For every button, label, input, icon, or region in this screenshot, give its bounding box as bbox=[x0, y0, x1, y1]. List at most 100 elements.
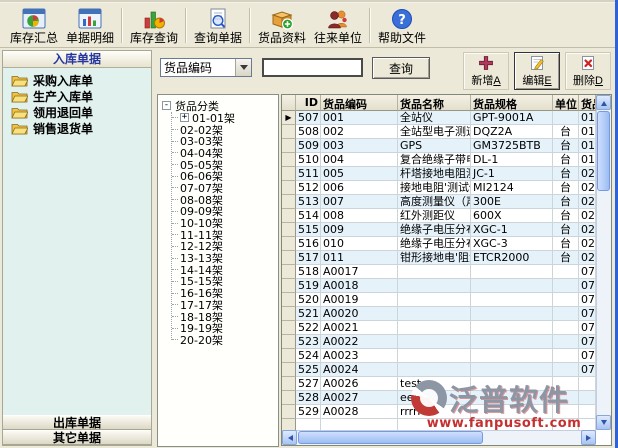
cell[interactable] bbox=[553, 111, 579, 125]
edit-button[interactable]: 编辑E bbox=[514, 52, 560, 90]
table-row[interactable]: 519A001807 bbox=[282, 279, 596, 293]
cell[interactable] bbox=[553, 279, 579, 293]
toolbar-button-5[interactable]: 货品资料 bbox=[254, 4, 310, 47]
table-row[interactable]: 514008红外测距仪600X台02 bbox=[282, 209, 596, 223]
row-selector-cell[interactable] bbox=[282, 321, 296, 335]
cell[interactable]: 507 bbox=[296, 111, 321, 125]
cell[interactable] bbox=[553, 265, 579, 279]
cell[interactable] bbox=[471, 405, 553, 419]
cell[interactable]: 511 bbox=[296, 167, 321, 181]
cell[interactable]: 台 bbox=[553, 167, 579, 181]
toolbar-button-7[interactable]: ?帮助文件 bbox=[374, 4, 430, 47]
row-selector-cell[interactable] bbox=[282, 195, 296, 209]
cell[interactable] bbox=[579, 391, 596, 405]
cell[interactable]: 台 bbox=[553, 125, 579, 139]
cell[interactable] bbox=[553, 363, 579, 377]
cell[interactable]: GM3725BTB bbox=[471, 139, 553, 153]
cell[interactable]: 07 bbox=[579, 293, 596, 307]
delete-button[interactable]: 删除D bbox=[565, 52, 611, 90]
toolbar-button-1[interactable]: 库存汇总 bbox=[6, 4, 62, 47]
cell[interactable] bbox=[579, 405, 596, 419]
cell[interactable] bbox=[471, 349, 553, 363]
cell[interactable]: 523 bbox=[296, 335, 321, 349]
cell[interactable]: 台 bbox=[553, 223, 579, 237]
cell[interactable] bbox=[553, 349, 579, 363]
cell[interactable]: 600X bbox=[471, 209, 553, 223]
cell[interactable] bbox=[398, 265, 471, 279]
cell[interactable]: 01 bbox=[579, 111, 596, 125]
cell[interactable]: 007 bbox=[321, 195, 398, 209]
toolbar-button-3[interactable]: 库存查询 bbox=[126, 4, 182, 47]
cell[interactable]: DL-1 bbox=[471, 153, 553, 167]
cell[interactable]: 07 bbox=[579, 335, 596, 349]
cell[interactable] bbox=[553, 293, 579, 307]
row-selector-cell[interactable] bbox=[282, 139, 296, 153]
cell[interactable]: 513 bbox=[296, 195, 321, 209]
cell[interactable]: 07 bbox=[579, 363, 596, 377]
cell[interactable]: A0024 bbox=[321, 363, 398, 377]
row-selector-cell[interactable] bbox=[282, 265, 296, 279]
row-selector-cell[interactable] bbox=[282, 153, 296, 167]
cell[interactable] bbox=[471, 321, 553, 335]
cell[interactable]: 011 bbox=[321, 251, 398, 265]
cell[interactable]: A0027 bbox=[321, 391, 398, 405]
cell[interactable]: 绝缘子电压分布 bbox=[398, 237, 471, 251]
cell[interactable] bbox=[471, 363, 553, 377]
row-selector-cell[interactable] bbox=[282, 209, 296, 223]
cell[interactable]: MI2124 bbox=[471, 181, 553, 195]
cell[interactable]: 07 bbox=[579, 307, 596, 321]
cell[interactable]: 520 bbox=[296, 293, 321, 307]
table-row[interactable]: 521A002007 bbox=[282, 307, 596, 321]
cell[interactable]: 台 bbox=[553, 209, 579, 223]
cell[interactable] bbox=[553, 377, 579, 391]
table-row[interactable]: 523A002207 bbox=[282, 335, 596, 349]
cell[interactable]: 台 bbox=[553, 195, 579, 209]
toolbar-button-6[interactable]: 往来单位 bbox=[310, 4, 366, 47]
cell[interactable] bbox=[398, 293, 471, 307]
cell[interactable] bbox=[471, 391, 553, 405]
search-input[interactable] bbox=[262, 58, 363, 77]
scroll-right-icon[interactable] bbox=[581, 430, 596, 445]
row-selector-cell[interactable] bbox=[282, 335, 296, 349]
table-row[interactable]: 527A0026test bbox=[282, 377, 596, 391]
combo-dropdown-button[interactable] bbox=[235, 59, 251, 76]
cell[interactable]: 515 bbox=[296, 223, 321, 237]
cell[interactable]: 02 bbox=[579, 223, 596, 237]
tree-collapse-icon[interactable]: - bbox=[162, 101, 171, 110]
cell[interactable]: 02 bbox=[579, 181, 596, 195]
table-row[interactable]: 508002全站型电子测速DQZ2A台01 bbox=[282, 125, 596, 139]
cell[interactable]: JC-1 bbox=[471, 167, 553, 181]
cell[interactable] bbox=[471, 279, 553, 293]
cell[interactable]: 杆塔接地电阻测 bbox=[398, 167, 471, 181]
table-row[interactable]: 529A0028rrrrr bbox=[282, 405, 596, 419]
table-row[interactable]: 515009绝缘子电压分布XGC-1台02 bbox=[282, 223, 596, 237]
cell[interactable]: eeeee bbox=[398, 391, 471, 405]
cell[interactable]: 008 bbox=[321, 209, 398, 223]
table-row[interactable]: 520A001907 bbox=[282, 293, 596, 307]
row-selector-cell[interactable] bbox=[282, 167, 296, 181]
cell[interactable] bbox=[471, 335, 553, 349]
cell[interactable]: 524 bbox=[296, 349, 321, 363]
cell[interactable] bbox=[471, 265, 553, 279]
scroll-up-icon[interactable] bbox=[596, 95, 611, 110]
cell[interactable]: A0028 bbox=[321, 405, 398, 419]
cell[interactable]: 528 bbox=[296, 391, 321, 405]
cell[interactable]: 508 bbox=[296, 125, 321, 139]
cell[interactable]: 07 bbox=[579, 279, 596, 293]
cell[interactable]: 高度测量仪（声 bbox=[398, 195, 471, 209]
cell[interactable]: 519 bbox=[296, 279, 321, 293]
cell[interactable]: 516 bbox=[296, 237, 321, 251]
table-row[interactable]: 524A002307 bbox=[282, 349, 596, 363]
cell[interactable] bbox=[398, 321, 471, 335]
cell[interactable]: ETCR2000 bbox=[471, 251, 553, 265]
cell[interactable]: 009 bbox=[321, 223, 398, 237]
row-selector-cell[interactable] bbox=[282, 237, 296, 251]
cell[interactable] bbox=[398, 279, 471, 293]
add-button[interactable]: 新增A bbox=[463, 52, 509, 90]
cell[interactable]: 527 bbox=[296, 377, 321, 391]
scroll-down-icon[interactable] bbox=[596, 415, 611, 430]
table-row[interactable]: 528A0027eeeee bbox=[282, 391, 596, 405]
cell[interactable]: GPS bbox=[398, 139, 471, 153]
horizontal-scrollbar[interactable] bbox=[282, 430, 596, 445]
toolbar-button-2[interactable]: 单据明细 bbox=[62, 4, 118, 47]
